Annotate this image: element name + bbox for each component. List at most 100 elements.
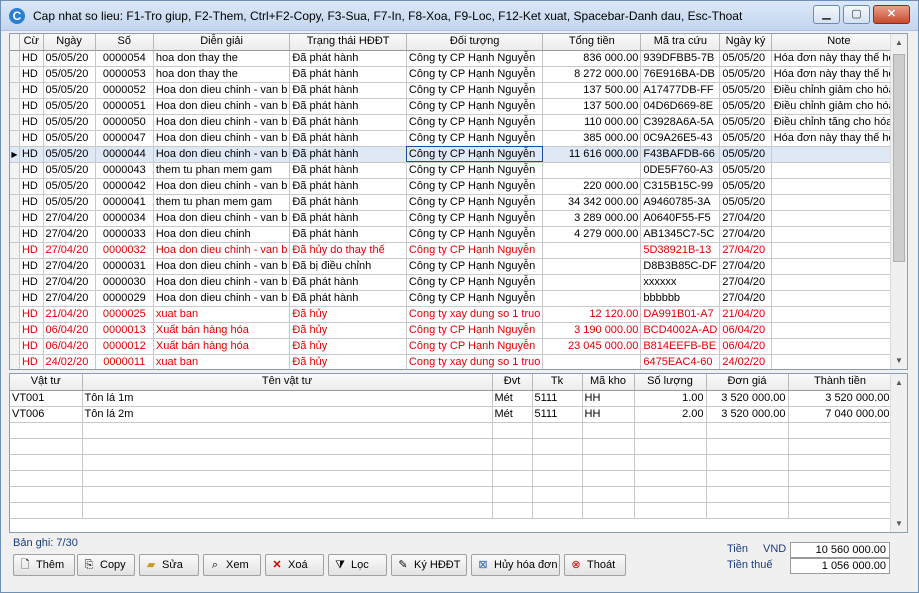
cell-doi-tuong[interactable]: Công ty CP Hạnh Nguyễn <box>406 290 544 307</box>
cell-ngay[interactable]: 27/04/20 <box>43 258 96 275</box>
empty-cell[interactable] <box>532 454 583 471</box>
cell-ngay[interactable]: 21/04/20 <box>43 306 96 323</box>
cell-vat-tu[interactable]: VT006 <box>10 406 83 423</box>
detail-empty-row[interactable] <box>10 502 893 519</box>
cell-trang-thai[interactable]: Đã hủy <box>289 306 407 323</box>
cell-cu[interactable]: HD <box>19 210 44 227</box>
cell-ngay[interactable]: 05/05/20 <box>43 66 96 83</box>
cell-ngay-ky[interactable]: 27/04/20 <box>719 226 772 243</box>
cell-so[interactable]: 0000032 <box>95 242 154 259</box>
cell-so[interactable]: 0000053 <box>95 66 154 83</box>
cell-doi-tuong[interactable]: Công ty CP Hạnh Nguyễn <box>406 178 544 195</box>
cell-so[interactable]: 0000033 <box>95 226 154 243</box>
empty-cell[interactable] <box>706 470 789 487</box>
cell-cu[interactable]: HD <box>19 82 44 99</box>
row-indicator[interactable] <box>10 242 21 259</box>
empty-cell[interactable] <box>706 438 789 455</box>
cell-cu[interactable]: HD <box>19 226 44 243</box>
row-indicator[interactable] <box>10 194 21 211</box>
cell-so[interactable]: 0000042 <box>95 178 154 195</box>
cell-tong-tien[interactable]: 3 190 000.00 <box>542 322 642 339</box>
cell-dien-giai[interactable]: Hoa don dieu chinh - van b <box>153 114 291 131</box>
detail-empty-row[interactable] <box>10 486 893 503</box>
maximize-button[interactable]: ▢ <box>843 5 870 24</box>
cell-tong-tien[interactable] <box>542 258 642 275</box>
row-indicator[interactable] <box>10 50 21 67</box>
cell-doi-tuong[interactable]: Công ty CP Hạnh Nguyễn <box>406 114 544 131</box>
cell-so[interactable]: 0000031 <box>95 258 154 275</box>
empty-cell[interactable] <box>492 422 533 439</box>
row-indicator[interactable] <box>10 210 21 227</box>
col-header-dien-giai[interactable]: Diễn giải <box>153 34 291 51</box>
empty-cell[interactable] <box>492 438 533 455</box>
row-indicator[interactable] <box>10 258 21 275</box>
invoice-row[interactable]: HD 05/05/20 0000054 hoa don thay the Đã phát… <box>10 50 907 67</box>
cell-ma-tra-cuu[interactable]: 6475EAC4-60 <box>640 354 721 369</box>
invoice-vertical-scrollbar[interactable]: ▲ ▼ <box>890 34 907 369</box>
cell-so[interactable]: 0000034 <box>95 210 154 227</box>
empty-cell[interactable] <box>10 438 83 455</box>
edit-button[interactable]: ▰ Sửa <box>139 554 199 576</box>
cell-cu[interactable]: HD <box>19 354 44 369</box>
cell-doi-tuong[interactable]: Công ty CP Hạnh Nguyễn <box>406 226 544 243</box>
empty-cell[interactable] <box>788 486 893 503</box>
cell-so[interactable]: 0000050 <box>95 114 154 131</box>
cell-doi-tuong[interactable]: Công ty CP Hạnh Nguyễn <box>406 322 544 339</box>
cell-dien-giai[interactable]: Hoa don dieu chinh - van b <box>153 290 291 307</box>
cell-tk[interactable]: 5111 <box>532 406 583 423</box>
cell-so-luong[interactable]: 2.00 <box>634 406 707 423</box>
empty-cell[interactable] <box>82 470 493 487</box>
cell-cu[interactable]: HD <box>19 50 44 67</box>
scroll-down-icon[interactable]: ▼ <box>891 515 907 532</box>
col-header-tk[interactable]: Tk <box>532 374 583 391</box>
cell-tong-tien[interactable]: 34 342 000.00 <box>542 194 642 211</box>
empty-cell[interactable] <box>532 422 583 439</box>
cell-ngay[interactable]: 27/04/20 <box>43 274 96 291</box>
empty-cell[interactable] <box>10 422 83 439</box>
cell-ngay-ky[interactable]: 05/05/20 <box>719 146 772 163</box>
cell-tong-tien[interactable] <box>542 274 642 291</box>
copy-button[interactable]: ⎘ Copy <box>77 554 135 576</box>
cell-ma-tra-cuu[interactable]: F43BAFDB-66 <box>640 146 721 163</box>
empty-cell[interactable] <box>788 502 893 519</box>
empty-cell[interactable] <box>706 486 789 503</box>
cell-tong-tien[interactable] <box>542 242 642 259</box>
col-header-doi-tuong[interactable]: Đối tượng <box>406 34 544 51</box>
cell-tong-tien[interactable]: 8 272 000.00 <box>542 66 642 83</box>
cell-note[interactable] <box>771 178 907 195</box>
row-indicator[interactable] <box>10 114 21 131</box>
invoice-row[interactable]: HD 06/04/20 0000012 Xuất bán hàng hóa Đã hủy… <box>10 338 907 355</box>
cell-ngay-ky[interactable]: 27/04/20 <box>719 242 772 259</box>
cell-ma-tra-cuu[interactable]: xxxxxx <box>640 274 721 291</box>
cell-ma-tra-cuu[interactable]: 76E916BA-DB <box>640 66 721 83</box>
cell-ngay[interactable]: 06/04/20 <box>43 338 96 355</box>
cell-dien-giai[interactable]: Hoa don dieu chinh - van b <box>153 178 291 195</box>
row-indicator[interactable] <box>10 290 21 307</box>
cell-so-luong[interactable]: 1.00 <box>634 390 707 407</box>
cell-so[interactable]: 0000052 <box>95 82 154 99</box>
cell-dien-giai[interactable]: Hoa don dieu chinh - van b <box>153 146 291 163</box>
col-header-ngay[interactable]: Ngày <box>43 34 96 51</box>
cell-ngay-ky[interactable]: 05/05/20 <box>719 66 772 83</box>
invoice-grid[interactable]: Cừ Ngày Số Diễn giải Trạng thái HĐĐT Đối… <box>9 33 908 370</box>
scroll-thumb[interactable] <box>893 54 905 262</box>
cell-doi-tuong[interactable]: Công ty CP Hạnh Nguyễn <box>406 258 544 275</box>
cell-so[interactable]: 0000047 <box>95 130 154 147</box>
col-header-ten-vat-tu[interactable]: Tên vật tư <box>82 374 493 391</box>
cell-ma-kho[interactable]: HH <box>582 390 635 407</box>
col-header-note[interactable]: Note <box>771 34 907 51</box>
empty-cell[interactable] <box>582 422 635 439</box>
col-header-tong-tien[interactable]: Tổng tiền <box>542 34 642 51</box>
cell-ngay[interactable]: 05/05/20 <box>43 82 96 99</box>
cell-dvt[interactable]: Mét <box>492 390 533 407</box>
cell-ma-tra-cuu[interactable]: A9460785-3A <box>640 194 721 211</box>
cell-thanh-tien[interactable]: 3 520 000.00 <box>788 390 893 407</box>
cell-tong-tien[interactable] <box>542 290 642 307</box>
cell-note[interactable] <box>771 290 907 307</box>
close-button[interactable]: ✕ <box>873 5 910 24</box>
cell-trang-thai[interactable]: Đã phát hành <box>289 290 407 307</box>
cell-so[interactable]: 0000013 <box>95 322 154 339</box>
cell-dien-giai[interactable]: hoa don thay the <box>153 50 291 67</box>
cell-ma-tra-cuu[interactable]: B814EEFB-BE <box>640 338 721 355</box>
empty-cell[interactable] <box>492 502 533 519</box>
